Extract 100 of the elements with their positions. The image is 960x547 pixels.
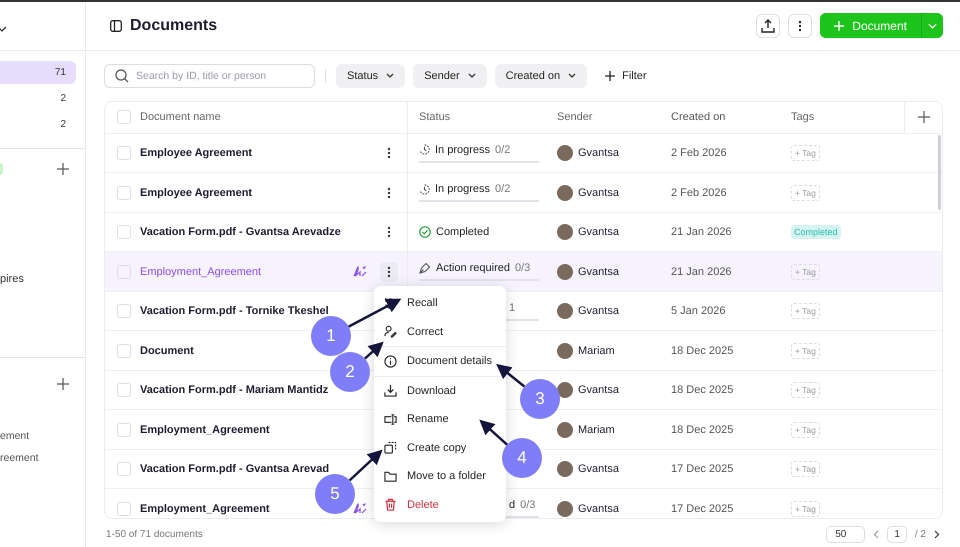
- column-header: Document name: [140, 111, 221, 124]
- step-number-badge: 3: [520, 379, 560, 419]
- add-filter-button[interactable]: Filter: [595, 70, 657, 82]
- column-header: Status: [418, 110, 452, 126]
- row-menu-button[interactable]: [380, 262, 398, 282]
- copy-icon: [384, 441, 397, 454]
- chevron-right-icon[interactable]: [934, 530, 940, 539]
- sidebar-item[interactable]: 2: [0, 87, 76, 110]
- menu-item[interactable]: Document details: [374, 347, 506, 376]
- document-name[interactable]: Vacation Form.pdf - Gvantsa Arevadze: [140, 226, 341, 238]
- column-header: Sender: [556, 110, 594, 126]
- avatar: [557, 264, 573, 280]
- document-name[interactable]: Document: [140, 344, 194, 357]
- page-title: Documents: [130, 16, 218, 35]
- more-icon: [798, 20, 802, 32]
- checkbox[interactable]: [117, 264, 131, 279]
- status-text: Completed: [436, 226, 490, 238]
- document-name[interactable]: Employment_Agreement: [140, 424, 270, 436]
- trash-icon: [384, 498, 397, 512]
- document-name[interactable]: Vacation Form.pdf - Gvantsa Arevad: [140, 463, 330, 476]
- step-number-badge: 5: [315, 474, 355, 514]
- chevron-down-icon: [568, 73, 576, 78]
- checkbox[interactable]: [117, 146, 131, 160]
- filter-dropdown[interactable]: Status: [336, 64, 406, 88]
- document-name[interactable]: Employee Agreement: [140, 186, 252, 199]
- annotation-arrow: [479, 420, 508, 446]
- upload-button[interactable]: [756, 14, 780, 38]
- avatar: [557, 461, 573, 478]
- date-text: 5 Jan 2026: [671, 304, 726, 320]
- chevron-left-icon[interactable]: [873, 530, 880, 539]
- annotation-arrow: [348, 298, 402, 328]
- menu-item[interactable]: Delete: [374, 490, 506, 519]
- menu-item[interactable]: Recall: [374, 289, 506, 318]
- checkbox[interactable]: [117, 462, 131, 476]
- plus-icon: [605, 70, 616, 81]
- plus-icon: [834, 20, 844, 31]
- dropdown-button[interactable]: [921, 13, 943, 38]
- page-size-select[interactable]: 50: [826, 526, 866, 543]
- menu-item[interactable]: Download: [374, 376, 506, 405]
- sidebar-item[interactable]: 71: [0, 61, 76, 84]
- document-name[interactable]: Vacation Form.pdf - Tornike Tkeshel: [140, 305, 329, 318]
- document-name[interactable]: Vacation Form.pdf - Mariam Mantidz: [140, 384, 328, 396]
- filter-dropdown[interactable]: Sender: [413, 64, 487, 88]
- step-number-badge: 1: [311, 316, 351, 356]
- tag-chip: [0, 163, 3, 175]
- sender-name: Mariam: [578, 344, 615, 357]
- sidebar-panel-icon[interactable]: [110, 20, 122, 32]
- filter-dropdown[interactable]: Created on: [494, 64, 588, 88]
- document-name[interactable]: Employee Agreement: [140, 147, 252, 160]
- sender-name: Gvantsa: [578, 305, 619, 318]
- document-name[interactable]: Employment_Agreement: [140, 266, 262, 278]
- clock-icon: [419, 184, 430, 195]
- chevron-down-icon[interactable]: [0, 25, 6, 33]
- plus-icon[interactable]: [57, 378, 69, 390]
- status-text: Action required: [436, 262, 510, 274]
- checkbox[interactable]: [117, 344, 131, 358]
- checkbox[interactable]: [117, 383, 131, 398]
- status-text: In progress: [435, 144, 490, 156]
- sender-name: Gvantsa: [578, 384, 619, 396]
- step-count: 1: [509, 302, 516, 314]
- folder-icon: [384, 470, 397, 483]
- status-text: In progress: [435, 183, 490, 196]
- sender-name: Gvantsa: [578, 502, 619, 515]
- checkbox[interactable]: [117, 110, 131, 124]
- search-field[interactable]: Search by ID, title or person: [104, 64, 315, 88]
- page-total: / 2: [914, 528, 926, 540]
- checkbox[interactable]: [117, 502, 131, 516]
- chevron-down-icon: [468, 73, 476, 78]
- checkbox[interactable]: [117, 422, 131, 437]
- tag-label: Completed: [791, 225, 841, 240]
- step-number-badge: 4: [502, 438, 542, 478]
- checkbox[interactable]: [117, 225, 131, 240]
- sidebar-item[interactable]: ement: [0, 430, 85, 442]
- plus-icon[interactable]: [57, 163, 69, 175]
- chevron-down-icon: [928, 22, 937, 29]
- menu-item[interactable]: Correct: [374, 318, 506, 346]
- rename-icon: [384, 412, 397, 426]
- menu-item[interactable]: Rename: [374, 405, 506, 434]
- page-number-field[interactable]: 1: [887, 526, 907, 543]
- date-text: 2 Feb 2026: [671, 146, 728, 162]
- checkbox[interactable]: [117, 186, 131, 200]
- avatar: [557, 382, 573, 398]
- info-icon: [384, 354, 397, 368]
- pen-icon: [419, 262, 431, 274]
- add-column-icon[interactable]: [918, 111, 930, 124]
- sidebar-item[interactable]: reement: [0, 452, 85, 464]
- avatar: [557, 303, 573, 320]
- date-text: 21 Jan 2026: [671, 225, 733, 240]
- sidebar-item[interactable]: 2: [0, 113, 76, 136]
- person-pen-icon: [384, 325, 397, 338]
- date-text: 18 Dec 2025: [671, 344, 734, 359]
- checkbox[interactable]: [117, 304, 131, 318]
- search-icon: [115, 68, 129, 83]
- pagination-summary: 1-50 of 71 documents: [106, 528, 203, 540]
- more-button[interactable]: [788, 14, 812, 38]
- sidebar-item[interactable]: pires: [0, 273, 85, 285]
- annotation-arrow: [348, 450, 383, 482]
- avatar: [557, 422, 573, 438]
- document-name[interactable]: Employment_Agreement: [140, 502, 270, 515]
- sender-name: Gvantsa: [578, 147, 619, 160]
